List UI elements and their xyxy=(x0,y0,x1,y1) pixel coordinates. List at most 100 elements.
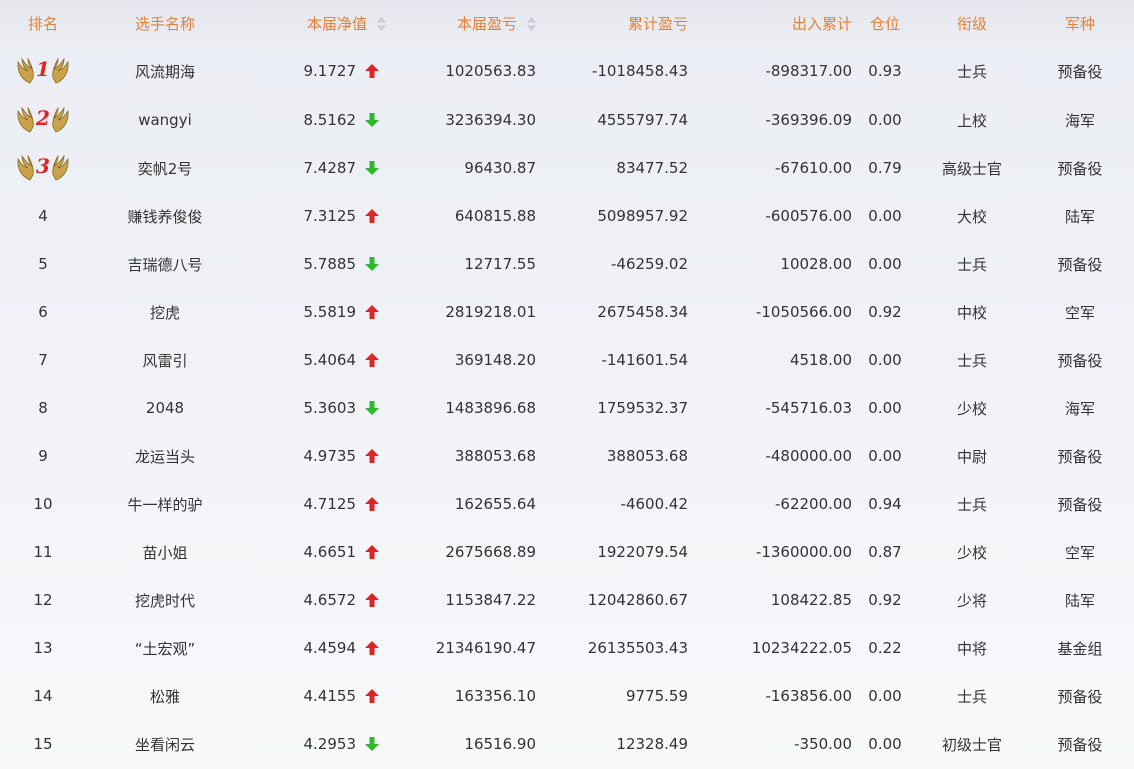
table-row[interactable]: 3 奕帆2号 7.4287 96430.87 83477.52 -67610.00 0.79… xyxy=(0,144,1134,192)
table-row[interactable]: 14 松雅 4.4155 163356.10 9775.59 -163856.00 0.00… xyxy=(0,672,1134,720)
laurel-wings-icon: 1 xyxy=(16,56,70,86)
player-name[interactable]: 赚钱养俊俊 xyxy=(86,192,244,240)
player-name[interactable]: 奕帆2号 xyxy=(86,144,244,192)
branch-value: 海军 xyxy=(1064,399,1095,418)
pnl-value: 640815.88 xyxy=(454,207,536,225)
nav-cell: 4.9735 xyxy=(244,432,386,480)
branch-value: 陆军 xyxy=(1064,591,1095,610)
arrow-down-icon xyxy=(365,400,379,415)
cumulative-pnl-value: 83477.52 xyxy=(616,159,688,177)
player-name[interactable]: 牛一样的驴 xyxy=(86,480,244,528)
player-name[interactable]: 龙运当头 xyxy=(86,432,244,480)
arrow-up-icon xyxy=(365,544,379,559)
rank-cell: 2 xyxy=(0,96,86,144)
arrow-up-icon xyxy=(365,688,379,703)
branch-value: 预备役 xyxy=(1057,62,1103,81)
table-row[interactable]: 8 2048 5.3603 1483896.68 1759532.37 -545716.0… xyxy=(0,384,1134,432)
arrow-up-icon xyxy=(365,304,379,319)
player-name[interactable]: 挖虎时代 xyxy=(86,576,244,624)
position-value: 0.00 xyxy=(868,447,902,465)
pnl-value: 1483896.68 xyxy=(445,399,536,417)
player-name[interactable]: “土宏观” xyxy=(86,624,244,672)
table-row[interactable]: 9 龙运当头 4.9735 388053.68 388053.68 -480000.00 0… xyxy=(0,432,1134,480)
header-nav-label: 本届净值 xyxy=(306,14,367,33)
player-name[interactable]: 2048 xyxy=(86,384,244,432)
table-row[interactable]: 2 wangyi 8.5162 3236394.30 4555797.74 -369396… xyxy=(0,96,1134,144)
header-cumulative-pnl: 累计盈亏 xyxy=(627,14,688,33)
rank-number: 1 xyxy=(36,57,50,81)
player-name[interactable]: 苗小姐 xyxy=(86,528,244,576)
table-row[interactable]: 4 赚钱养俊俊 7.3125 640815.88 5098957.92 -600576.0… xyxy=(0,192,1134,240)
table-row[interactable]: 15 坐看闲云 4.2953 16516.90 12328.49 -350.00 0.00 初… xyxy=(0,720,1134,768)
table-row[interactable]: 10 牛一样的驴 4.7125 162655.64 -4600.42 -62200.00 0… xyxy=(0,480,1134,528)
table-row[interactable]: 12 挖虎时代 4.6572 1153847.22 12042860.67 108422.… xyxy=(0,576,1134,624)
cumulative-pnl-value: 2675458.34 xyxy=(597,303,688,321)
laurel-wings-icon: 2 xyxy=(16,105,70,135)
nav-value: 4.7125 xyxy=(303,495,357,513)
header-grade: 衔级 xyxy=(956,14,987,33)
table-header-row: 排名 选手名称 本届净值 本届盈亏 累计盈亏 出入累计 仓位 衔级 军种 xyxy=(0,0,1134,46)
player-name[interactable]: 风雷引 xyxy=(86,336,244,384)
branch-value: 预备役 xyxy=(1057,735,1103,754)
arrow-down-icon xyxy=(365,256,379,271)
table-row[interactable]: 11 苗小姐 4.6651 2675668.89 1922079.54 -1360000.… xyxy=(0,528,1134,576)
header-nav-sortable[interactable]: 本届净值 xyxy=(244,0,386,46)
branch-value: 空军 xyxy=(1064,543,1095,562)
rank-cell: 9 xyxy=(38,447,48,465)
arrow-down-icon xyxy=(365,112,379,127)
branch-value: 预备役 xyxy=(1057,447,1103,466)
nav-value: 4.6572 xyxy=(303,591,357,609)
nav-cell: 4.2953 xyxy=(244,720,386,768)
player-name[interactable]: 松雅 xyxy=(86,672,244,720)
player-name[interactable]: 吉瑞德八号 xyxy=(86,240,244,288)
player-name[interactable]: 坐看闲云 xyxy=(86,720,244,768)
arrow-up-icon xyxy=(365,208,379,223)
player-name[interactable]: 风流期海 xyxy=(86,46,244,96)
rank-cell: 4 xyxy=(38,207,48,225)
pnl-value: 3236394.30 xyxy=(445,111,536,129)
table-row[interactable]: 5 吉瑞德八号 5.7885 12717.55 -46259.02 10028.00 0.0… xyxy=(0,240,1134,288)
rank-cell: 3 xyxy=(0,144,86,192)
rank-cell: 10 xyxy=(33,495,53,513)
rank-cell: 14 xyxy=(33,687,53,705)
cumulative-pnl-value: 1922079.54 xyxy=(597,543,688,561)
cumulative-pnl-value: 388053.68 xyxy=(606,447,688,465)
sort-icon[interactable] xyxy=(527,17,536,31)
grade-value: 上校 xyxy=(956,111,987,130)
cumulative-pnl-value: -4600.42 xyxy=(620,495,688,513)
rank-cell: 13 xyxy=(33,639,53,657)
header-flow-cumulative: 出入累计 xyxy=(791,14,852,33)
flow-value: 10028.00 xyxy=(780,255,852,273)
grade-value: 士兵 xyxy=(956,351,987,370)
rank-cell: 8 xyxy=(38,399,48,417)
header-pnl-sortable[interactable]: 本届盈亏 xyxy=(386,0,552,46)
grade-value: 高级士官 xyxy=(941,159,1002,178)
pnl-value: 96430.87 xyxy=(464,159,536,177)
player-name[interactable]: wangyi xyxy=(86,96,244,144)
table-row[interactable]: 6 挖虎 5.5819 2819218.01 2675458.34 -1050566.00… xyxy=(0,288,1134,336)
pnl-value: 1020563.83 xyxy=(445,62,536,80)
header-branch: 军种 xyxy=(1064,14,1095,33)
table-row[interactable]: 1 风流期海 9.1727 1020563.83 -1018458.43 -898317.… xyxy=(0,46,1134,96)
nav-cell: 9.1727 xyxy=(244,46,386,96)
cumulative-pnl-value: -1018458.43 xyxy=(591,62,688,80)
flow-value: -1360000.00 xyxy=(755,543,852,561)
grade-value: 士兵 xyxy=(956,255,987,274)
rank-cell: 7 xyxy=(38,351,48,369)
flow-value: -350.00 xyxy=(794,735,852,753)
player-name[interactable]: 挖虎 xyxy=(86,288,244,336)
table-row[interactable]: 13 “土宏观” 4.4594 21346190.47 26135503.43 10234… xyxy=(0,624,1134,672)
table-row[interactable]: 7 风雷引 5.4064 369148.20 -141601.54 4518.00 0.00… xyxy=(0,336,1134,384)
pnl-value: 12717.55 xyxy=(464,255,536,273)
position-value: 0.92 xyxy=(868,303,902,321)
position-value: 0.87 xyxy=(868,543,902,561)
leaderboard-table: 排名 选手名称 本届净值 本届盈亏 累计盈亏 出入累计 仓位 衔级 军种 1 风流… xyxy=(0,0,1134,768)
grade-value: 少将 xyxy=(956,591,987,610)
position-value: 0.00 xyxy=(868,111,902,129)
nav-value: 7.3125 xyxy=(303,207,357,225)
nav-value: 5.4064 xyxy=(303,351,357,369)
pnl-value: 163356.10 xyxy=(454,687,536,705)
rank-cell: 5 xyxy=(38,255,48,273)
sort-icon[interactable] xyxy=(377,17,386,31)
cumulative-pnl-value: 26135503.43 xyxy=(587,639,688,657)
